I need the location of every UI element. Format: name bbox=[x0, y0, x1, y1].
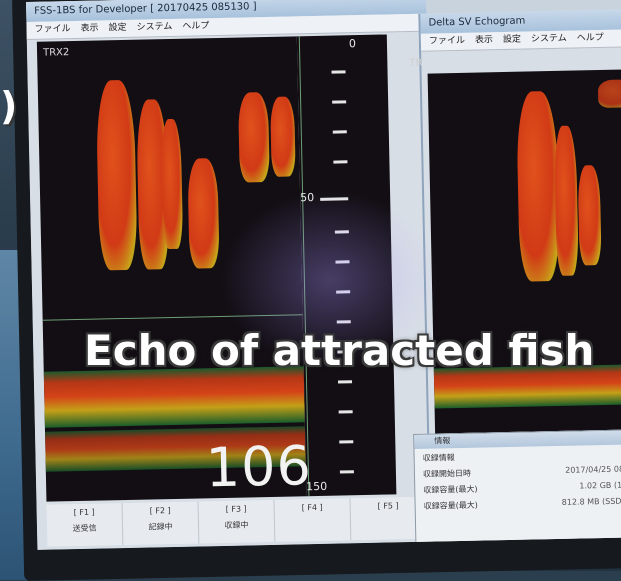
menu-view[interactable]: 表示 bbox=[80, 20, 98, 37]
fish-echo bbox=[187, 158, 220, 269]
fn-label: 収録中 bbox=[224, 520, 249, 530]
dialog-row-label: 収録開始日時 bbox=[422, 468, 472, 479]
fn-label bbox=[275, 517, 350, 519]
info-dialog: 情報 収録情報 収録開始日時 2017/04/25 08:51 収録容量(最大)… bbox=[413, 429, 621, 546]
echogram-sub-panel[interactable] bbox=[427, 69, 621, 434]
scale-tick bbox=[338, 410, 353, 414]
fn-key: [ F5 ] bbox=[377, 501, 399, 511]
scale-tick bbox=[332, 100, 347, 104]
menu-file[interactable]: ファイル bbox=[34, 21, 70, 39]
dialog-row-label: 収録容量(最大) bbox=[423, 500, 478, 511]
function-key-f2[interactable]: [ F2 ] 記録中 bbox=[122, 501, 200, 546]
dialog-row-value: 812.8 MB (SSD TB) bbox=[561, 496, 621, 507]
fish-echo bbox=[553, 125, 579, 276]
menu-settings[interactable]: 設定 bbox=[108, 20, 126, 37]
menu-file[interactable]: ファイル bbox=[429, 33, 465, 51]
scale-label-0: 0 bbox=[348, 37, 357, 51]
fn-label: 送受信 bbox=[72, 523, 97, 534]
scale-tick bbox=[333, 160, 348, 164]
fn-key: [ F1 ] bbox=[73, 507, 95, 518]
fn-key: [ F2 ] bbox=[149, 506, 171, 516]
seabed-band bbox=[43, 366, 305, 428]
fn-label: 記録中 bbox=[148, 522, 173, 532]
scale-tick bbox=[339, 440, 354, 444]
scale-tick bbox=[332, 130, 347, 134]
menu-system[interactable]: システム bbox=[531, 31, 567, 49]
menu-settings[interactable]: 設定 bbox=[503, 32, 521, 49]
scale-tick bbox=[339, 470, 354, 474]
menu-help[interactable]: ヘルプ bbox=[576, 30, 604, 48]
fish-echo bbox=[597, 79, 621, 109]
function-key-f3[interactable]: [ F3 ] 収録中 bbox=[198, 499, 276, 544]
fish-echo bbox=[95, 79, 138, 271]
panel-label-trx2: TRX2 bbox=[42, 47, 70, 59]
function-key-f1[interactable]: [ F1 ] 送受信 bbox=[46, 503, 124, 547]
function-key-f4[interactable]: [ F4 ] bbox=[274, 498, 352, 542]
function-key-bar: [ F1 ] 送受信 [ F2 ] 記録中 [ F3 ] 収録中 [ F4 ] … bbox=[46, 496, 428, 547]
sub-menubar: ファイル 表示 設定 システム ヘルプ bbox=[420, 29, 621, 52]
fish-echo bbox=[515, 90, 560, 282]
fish-echo bbox=[237, 91, 270, 183]
fish-echo bbox=[160, 118, 184, 250]
menu-system[interactable]: システム bbox=[136, 19, 173, 37]
menu-help[interactable]: ヘルプ bbox=[182, 18, 209, 36]
panel-label-tr: TR bbox=[409, 57, 423, 69]
scale-tick bbox=[331, 70, 346, 74]
fish-echo bbox=[577, 165, 602, 266]
fish-echo bbox=[270, 96, 296, 177]
overlay-paren: ) bbox=[0, 84, 18, 128]
dialog-row-label: 収録容量(最大) bbox=[423, 484, 478, 495]
overlay-caption: Echo of attracted fish bbox=[84, 326, 595, 375]
fn-key: [ F4 ] bbox=[301, 502, 323, 513]
fn-key: [ F3 ] bbox=[225, 504, 247, 514]
menu-view[interactable]: 表示 bbox=[475, 32, 493, 49]
scale-tick bbox=[337, 380, 353, 384]
depth-reading: 106 bbox=[205, 434, 313, 500]
dialog-row-value: 2017/04/25 08:51 bbox=[565, 464, 621, 475]
dialog-row-value: 1.02 GB (1 ch) bbox=[579, 480, 621, 491]
